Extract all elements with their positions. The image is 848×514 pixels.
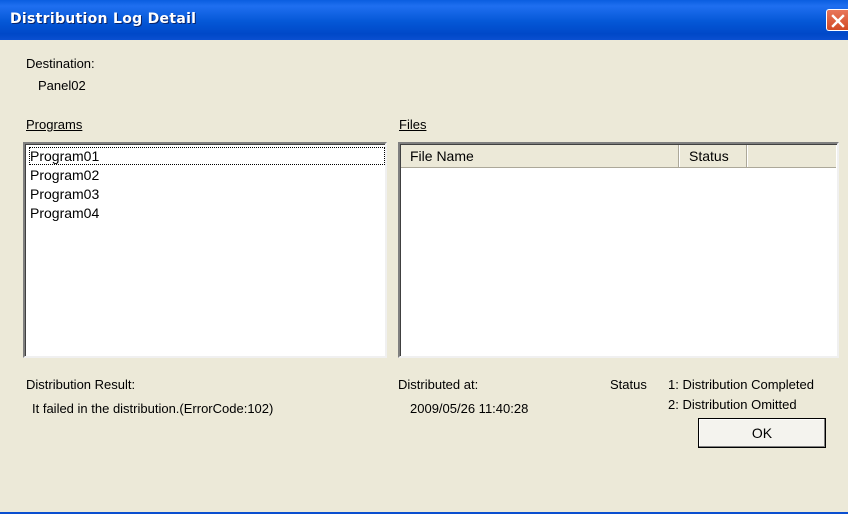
status-legend-item: 2: Distribution Omitted	[668, 397, 797, 412]
files-listview[interactable]: File Name Status	[398, 142, 839, 358]
close-icon	[831, 14, 845, 28]
distributed-at-value: 2009/05/26 11:40:28	[410, 401, 529, 416]
close-button[interactable]	[826, 9, 848, 31]
files-column-header: File Name Status	[401, 145, 836, 168]
list-item[interactable]: Program04	[29, 204, 100, 222]
list-item[interactable]: Program03	[29, 185, 100, 203]
list-item[interactable]: Program01	[29, 147, 385, 165]
status-legend-label: Status	[610, 377, 647, 392]
distributed-at-label: Distributed at:	[398, 377, 479, 392]
destination-value: Panel02	[38, 78, 86, 93]
ok-button[interactable]: OK	[698, 418, 826, 448]
status-legend-item: 1: Distribution Completed	[668, 377, 814, 392]
programs-listbox[interactable]: Program01 Program02 Program03 Program04	[23, 142, 387, 358]
list-item[interactable]: Program02	[29, 166, 100, 184]
destination-label: Destination:	[26, 56, 95, 71]
files-label: Files	[399, 117, 427, 132]
distribution-result-value: It failed in the distribution.(ErrorCode…	[32, 401, 274, 416]
column-header-file-name[interactable]: File Name	[401, 145, 679, 167]
window-title: Distribution Log Detail	[10, 11, 197, 27]
distribution-result-label: Distribution Result:	[26, 377, 136, 392]
title-bar: Distribution Log Detail	[0, 0, 848, 40]
column-header-status[interactable]: Status	[680, 145, 747, 167]
programs-label: Programs	[26, 117, 83, 132]
